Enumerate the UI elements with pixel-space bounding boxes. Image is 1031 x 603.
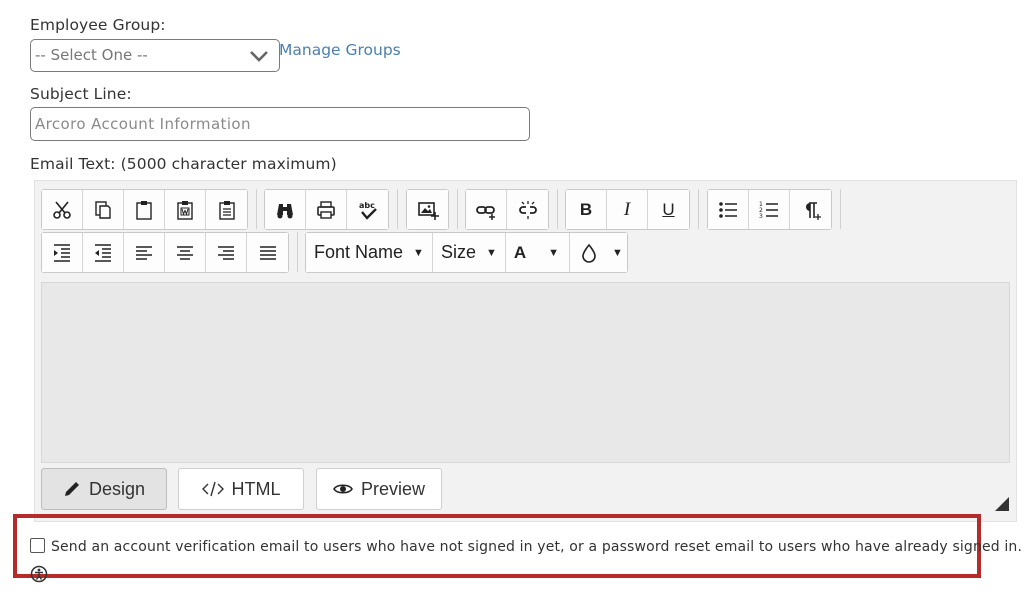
- accessibility-icon[interactable]: [30, 565, 48, 583]
- bullet-list-icon: [719, 201, 737, 218]
- send-verification-checkbox[interactable]: [30, 538, 45, 553]
- font-color-dropdown[interactable]: A ▼: [505, 233, 571, 272]
- toolbar-separator: [698, 189, 699, 229]
- binoculars-icon: [277, 203, 293, 218]
- paragraph-icon: [805, 201, 821, 220]
- preview-mode-label: Preview: [360, 478, 426, 499]
- outdent-button[interactable]: [83, 233, 124, 272]
- align-left-icon: [136, 245, 152, 260]
- paste-word-icon: [177, 200, 193, 220]
- text-style-toolbar-group: B I U: [565, 189, 690, 230]
- list-toolbar-group: 123: [707, 189, 832, 230]
- email-text-label: Email Text: (5000 character maximum): [30, 155, 337, 173]
- printer-icon: [317, 200, 335, 219]
- bold-button[interactable]: B: [566, 190, 607, 229]
- caret-down-icon: ▼: [548, 246, 560, 259]
- html-mode-label: HTML: [231, 478, 281, 499]
- link-toolbar-group: [465, 189, 549, 230]
- outdent-icon: [95, 243, 111, 262]
- font-toolbar-group: Font Name ▼ Size ▼ A ▼ ▼: [305, 232, 628, 273]
- svg-text:3: 3: [759, 213, 763, 220]
- employee-group-label: Employee Group:: [30, 16, 166, 34]
- pencil-icon: [64, 482, 79, 496]
- insert-link-button[interactable]: [466, 190, 507, 229]
- paragraph-button[interactable]: [790, 190, 831, 229]
- toolbar-separator: [397, 189, 398, 229]
- copy-icon: [95, 200, 111, 219]
- paste-from-word-button[interactable]: [165, 190, 206, 229]
- insert-image-button[interactable]: [407, 190, 448, 229]
- toolbar-separator: [457, 189, 458, 229]
- eye-icon: [333, 484, 353, 494]
- align-justify-icon: [259, 245, 276, 260]
- scissors-icon: [53, 200, 71, 219]
- background-color-dropdown[interactable]: ▼: [570, 233, 627, 272]
- underline-icon: U: [662, 199, 675, 219]
- remove-link-button[interactable]: [507, 190, 548, 229]
- unlink-icon: [518, 200, 537, 219]
- align-center-icon: [177, 245, 193, 260]
- italic-button[interactable]: I: [607, 190, 648, 229]
- clipboard-icon: [136, 200, 152, 220]
- indent-button[interactable]: [42, 233, 83, 272]
- editor-content-area[interactable]: [41, 282, 1010, 463]
- alignment-toolbar-group: [41, 232, 289, 273]
- design-mode-button[interactable]: Design: [41, 468, 167, 510]
- font-size-dropdown[interactable]: Size ▼: [432, 233, 506, 272]
- caret-down-icon: ▼: [612, 246, 623, 259]
- employee-group-selected: -- Select One --: [35, 46, 148, 64]
- justify-button[interactable]: [247, 233, 288, 272]
- droplet-icon: [582, 243, 596, 263]
- caret-down-icon: ▼: [485, 246, 497, 259]
- paste-text-icon: [218, 200, 235, 220]
- employee-group-select[interactable]: -- Select One --: [30, 39, 280, 72]
- clipboard-toolbar-group: [41, 189, 248, 230]
- design-mode-label: Design: [88, 478, 146, 499]
- font-name-dropdown[interactable]: Font Name ▼: [306, 233, 433, 272]
- toolbar-separator: [557, 189, 558, 229]
- send-verification-label: Send an account verification email to us…: [51, 539, 1023, 555]
- align-right-icon: [218, 245, 234, 260]
- subject-line-label: Subject Line:: [30, 85, 132, 103]
- caret-down-icon: ▼: [413, 246, 424, 259]
- svg-text:abc: abc: [359, 201, 375, 210]
- font-color-icon: A: [513, 242, 527, 262]
- html-mode-button[interactable]: HTML: [178, 468, 304, 510]
- cut-button[interactable]: [42, 190, 83, 229]
- tools-toolbar-group: abc: [264, 189, 389, 230]
- print-button[interactable]: [306, 190, 347, 229]
- underline-button[interactable]: U: [648, 190, 689, 229]
- toolbar-separator: [297, 232, 298, 272]
- rich-text-editor: abc B I U 123 Font Name ▼ Size ▼ A ▼ ▼ D…: [34, 180, 1017, 522]
- copy-button[interactable]: [83, 190, 124, 229]
- find-button[interactable]: [265, 190, 306, 229]
- spellcheck-button[interactable]: abc: [347, 190, 388, 229]
- paste-plain-text-button[interactable]: [206, 190, 247, 229]
- align-left-button[interactable]: [124, 233, 165, 272]
- paste-button[interactable]: [124, 190, 165, 229]
- subject-line-input[interactable]: [30, 107, 530, 141]
- align-center-button[interactable]: [165, 233, 206, 272]
- resize-handle-icon[interactable]: [995, 497, 1009, 511]
- bulleted-list-button[interactable]: [708, 190, 749, 229]
- toolbar-separator: [256, 189, 257, 229]
- preview-mode-button[interactable]: Preview: [316, 468, 442, 510]
- font-size-label: Size: [440, 242, 476, 262]
- code-icon: [201, 481, 224, 497]
- chevron-down-icon: [250, 51, 268, 62]
- image-toolbar-group: [406, 189, 449, 230]
- bold-icon: B: [579, 199, 593, 219]
- numbered-list-button[interactable]: 123: [749, 190, 790, 229]
- indent-icon: [54, 243, 70, 262]
- image-add-icon: [417, 201, 439, 220]
- font-name-label: Font Name: [314, 242, 404, 262]
- numbered-list-icon: 123: [759, 201, 778, 220]
- toolbar-separator: [840, 189, 841, 229]
- italic-icon: I: [623, 198, 631, 220]
- align-right-button[interactable]: [206, 233, 247, 272]
- link-icon: [476, 205, 495, 220]
- manage-groups-link[interactable]: Manage Groups: [279, 41, 401, 59]
- spellcheck-icon: abc: [359, 201, 377, 220]
